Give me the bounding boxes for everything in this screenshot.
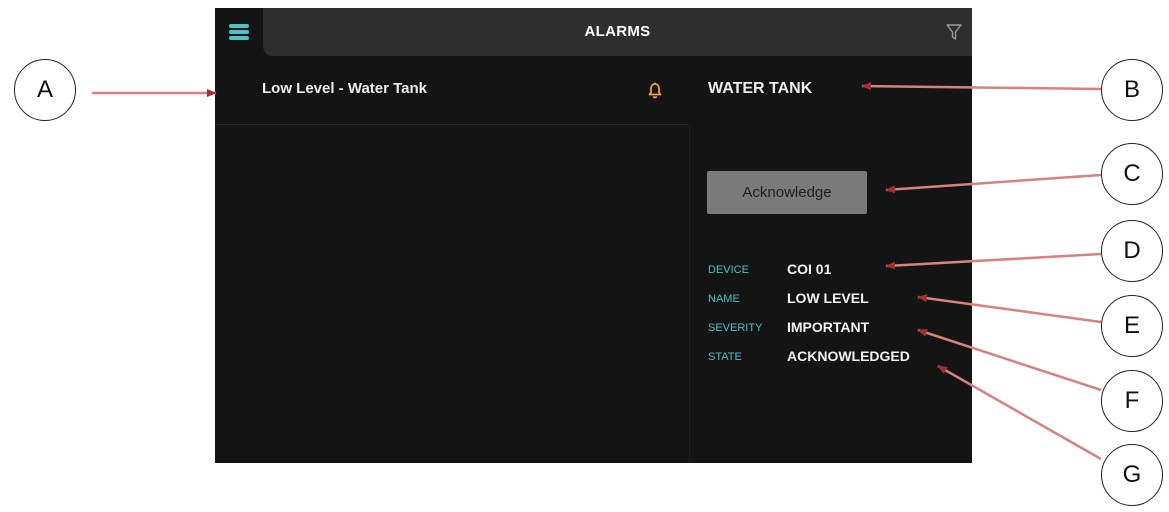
arrow-f	[917, 328, 1102, 392]
callout-c: C	[1101, 143, 1163, 205]
callout-f: F	[1101, 370, 1163, 432]
callout-d: D	[1101, 220, 1163, 282]
arrow-e	[917, 294, 1102, 324]
arrow-d	[885, 252, 1102, 270]
callout-g: G	[1101, 444, 1163, 506]
callout-arrows	[92, 82, 1102, 461]
callout-e: E	[1101, 295, 1163, 357]
arrow-b	[861, 82, 1102, 91]
callout-b: B	[1101, 59, 1163, 121]
arrow-c	[885, 173, 1102, 194]
arrow-g	[937, 364, 1102, 461]
callout-a: A	[14, 59, 76, 121]
